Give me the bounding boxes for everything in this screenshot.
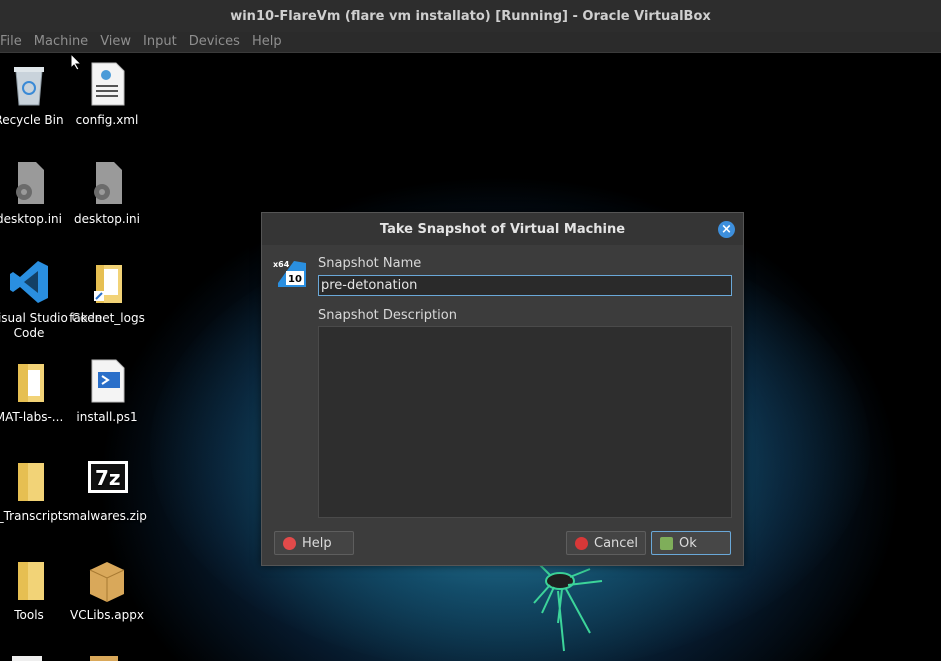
dialog-title: Take Snapshot of Virtual Machine	[379, 221, 626, 237]
desktop-icon-malwares-zip[interactable]: 7z malwares.zip	[68, 457, 147, 524]
settings-file-icon	[86, 160, 128, 206]
menu-input[interactable]: Input	[137, 32, 183, 52]
package-icon	[86, 556, 128, 602]
svg-text:10: 10	[288, 274, 302, 285]
folder-icon	[8, 457, 50, 503]
desktop-icon-tools[interactable]: Tools	[0, 556, 68, 623]
snapshot-name-field[interactable]: pre-detonation	[318, 275, 732, 296]
ok-button[interactable]: Ok	[651, 531, 731, 555]
window-title-bar: win10-FlareVm (flare vm installato) [Run…	[0, 0, 941, 32]
desktop-icon-desktop-ini-1[interactable]: desktop.ini	[0, 160, 68, 227]
close-icon[interactable]: ×	[718, 221, 735, 238]
mouse-cursor-icon	[70, 53, 82, 71]
cancel-button[interactable]: Cancel	[566, 531, 646, 555]
folder-icon	[8, 358, 50, 404]
vscode-icon	[8, 259, 50, 305]
menu-view[interactable]: View	[94, 32, 137, 52]
desktop-icon-vclibs-appx[interactable]: VCLibs.appx	[68, 556, 146, 623]
window-title: win10-FlareVm (flare vm installato) [Run…	[230, 8, 711, 24]
menu-machine[interactable]: Machine	[28, 32, 94, 52]
help-button[interactable]: Help	[274, 531, 354, 555]
cancel-icon	[575, 536, 588, 550]
snapshot-description-field[interactable]	[318, 326, 732, 518]
snapshot-name-label: Snapshot Name	[318, 256, 422, 271]
folder-icon	[8, 556, 50, 602]
menu-bar: File Machine View Input Devices Help	[0, 32, 941, 53]
desktop-icon-s-transcripts[interactable]: S_Transcripts	[0, 457, 69, 524]
partial-file-icon	[12, 656, 42, 661]
desktop-icon-vscode[interactable]: Visual Studio Code Code	[0, 259, 102, 341]
desktop-icon-fakenet-logs[interactable]: fakenet_logs	[68, 259, 146, 326]
desktop-icon-desktop-ini-2[interactable]: desktop.ini	[68, 160, 146, 227]
dialog-title-bar: Take Snapshot of Virtual Machine	[262, 213, 743, 245]
desktop-icon-install-ps1[interactable]: install.ps1	[68, 358, 146, 425]
recycle-bin-icon	[8, 61, 50, 107]
snapshot-os-icon: x64 10	[272, 257, 306, 289]
help-icon	[283, 536, 296, 550]
menu-help[interactable]: Help	[246, 32, 288, 52]
folder-shortcut-icon	[86, 259, 128, 305]
take-snapshot-dialog: Take Snapshot of Virtual Machine × x64 1…	[261, 212, 744, 566]
xml-file-icon	[86, 61, 128, 107]
menu-devices[interactable]: Devices	[183, 32, 246, 52]
svg-text:7z: 7z	[95, 466, 121, 490]
7zip-archive-icon: 7z	[86, 457, 128, 503]
ok-icon	[660, 536, 673, 550]
powershell-file-icon	[86, 358, 128, 404]
wallpaper-spider-graphic	[533, 564, 603, 652]
desktop-icon-recycle-bin[interactable]: Recycle Bin	[0, 61, 68, 128]
menu-file[interactable]: File	[0, 32, 28, 52]
snapshot-description-label: Snapshot Description	[318, 308, 457, 323]
settings-file-icon	[8, 160, 50, 206]
desktop-icon-config-xml[interactable]: config.xml	[68, 61, 146, 128]
desktop-icon-mat-labs[interactable]: MAT-labs-...	[0, 358, 68, 425]
svg-text:x64: x64	[273, 260, 290, 269]
partial-package-icon	[90, 656, 118, 661]
